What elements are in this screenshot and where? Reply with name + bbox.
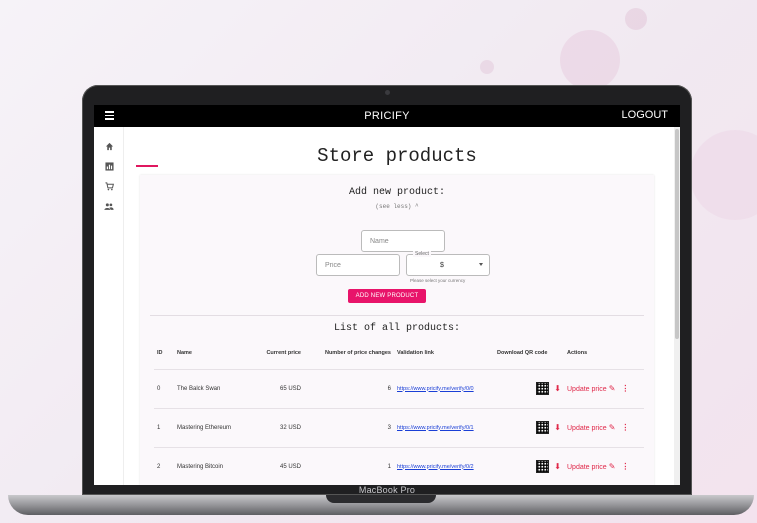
scrollbar[interactable] bbox=[674, 127, 680, 485]
section-divider bbox=[150, 315, 644, 316]
download-icon[interactable]: ⬇ bbox=[554, 384, 561, 393]
product-id: 2 bbox=[154, 447, 174, 485]
app-bar: PRICIFY LOGOUT bbox=[94, 105, 680, 127]
users-icon[interactable] bbox=[104, 201, 114, 211]
currency-helper-text: Please select your currency bbox=[410, 278, 466, 283]
download-icon[interactable]: ⬇ bbox=[554, 462, 561, 471]
price-input[interactable] bbox=[316, 254, 400, 276]
add-product-button[interactable]: ADD NEW PRODUCT bbox=[348, 289, 426, 303]
column-header: Number of price changes bbox=[304, 337, 394, 370]
table-row: 1 Mastering Ethereum 32 USD 3 https://ww… bbox=[154, 408, 644, 448]
table-header-row: ID Name Current price Number of price ch… bbox=[154, 337, 644, 370]
home-icon[interactable] bbox=[104, 141, 114, 151]
background-circle bbox=[560, 30, 620, 90]
column-header: Current price bbox=[249, 337, 304, 370]
column-header: Name bbox=[174, 337, 249, 370]
laptop-base bbox=[8, 495, 754, 515]
add-product-title: Add new product: bbox=[348, 187, 445, 198]
product-price-changes: 3 bbox=[304, 408, 394, 448]
product-price-changes: 6 bbox=[304, 369, 394, 409]
app-title: PRICIFY bbox=[364, 110, 410, 122]
scrollbar-thumb[interactable] bbox=[675, 129, 679, 339]
download-icon[interactable]: ⬇ bbox=[554, 423, 561, 432]
qr-code-icon[interactable] bbox=[536, 421, 550, 434]
product-id: 1 bbox=[154, 408, 174, 448]
validation-link[interactable]: https://www.pricify.me/verify/0/2 bbox=[397, 464, 474, 470]
camera-icon bbox=[385, 90, 390, 95]
product-price: 45 USD bbox=[249, 447, 304, 485]
currency-select[interactable]: Select $ bbox=[406, 251, 490, 276]
product-price: 65 USD bbox=[249, 369, 304, 409]
see-less-toggle[interactable]: (see less) ^ bbox=[140, 203, 654, 210]
table-row: 2 Mastering Bitcoin 45 USD 1 https://www… bbox=[154, 447, 644, 485]
qr-code-icon[interactable] bbox=[536, 382, 550, 395]
laptop-lid: PRICIFY LOGOUT Store products Add new pr… bbox=[82, 85, 692, 495]
logout-button[interactable]: LOGOUT bbox=[622, 109, 668, 121]
product-id: 0 bbox=[154, 369, 174, 409]
pencil-icon[interactable]: ✎ bbox=[609, 384, 616, 393]
update-price-button[interactable]: Update price bbox=[567, 425, 607, 432]
background-circle bbox=[625, 8, 647, 30]
column-header: Download QR code bbox=[494, 337, 564, 370]
sidebar bbox=[94, 127, 124, 485]
currency-select-value: $ bbox=[440, 262, 444, 269]
column-header: Validation link bbox=[394, 337, 494, 370]
name-input[interactable] bbox=[361, 230, 445, 252]
more-options-icon[interactable]: ⋮ bbox=[621, 462, 629, 471]
product-price-changes: 1 bbox=[304, 447, 394, 485]
laptop-notch bbox=[326, 495, 436, 503]
update-price-button[interactable]: Update price bbox=[567, 386, 607, 393]
column-header: Actions bbox=[564, 337, 644, 370]
products-list-title: List of all products: bbox=[333, 323, 461, 334]
product-price: 32 USD bbox=[249, 408, 304, 448]
background-circle bbox=[690, 130, 757, 220]
more-options-icon[interactable]: ⋮ bbox=[621, 384, 629, 393]
currency-select-legend: Select bbox=[413, 251, 431, 257]
products-table: ID Name Current price Number of price ch… bbox=[154, 337, 644, 485]
product-name: Mastering Bitcoin bbox=[174, 447, 249, 485]
chart-icon[interactable] bbox=[104, 161, 114, 171]
page-title: Store products bbox=[317, 145, 477, 167]
product-name: Mastering Ethereum bbox=[174, 408, 249, 448]
product-name: The Balck Swan bbox=[174, 369, 249, 409]
column-header: ID bbox=[154, 337, 174, 370]
chevron-down-icon bbox=[479, 263, 483, 266]
device-label: MacBook Pro bbox=[358, 485, 416, 495]
qr-code-icon[interactable] bbox=[536, 460, 550, 473]
table-row: 0 The Balck Swan 65 USD 6 https://www.pr… bbox=[154, 369, 644, 409]
pencil-icon[interactable]: ✎ bbox=[609, 423, 616, 432]
products-card: Add new product: (see less) ^ Select $ P… bbox=[140, 175, 654, 485]
laptop-screen: PRICIFY LOGOUT Store products Add new pr… bbox=[94, 105, 680, 485]
cart-icon[interactable] bbox=[104, 181, 114, 191]
pencil-icon[interactable]: ✎ bbox=[609, 462, 616, 471]
validation-link[interactable]: https://www.pricify.me/verify/0/1 bbox=[397, 425, 474, 431]
more-options-icon[interactable]: ⋮ bbox=[621, 423, 629, 432]
update-price-button[interactable]: Update price bbox=[567, 464, 607, 471]
background-circle bbox=[480, 60, 494, 74]
validation-link[interactable]: https://www.pricify.me/verify/0/0 bbox=[397, 386, 474, 392]
main-content: Store products Add new product: (see les… bbox=[124, 127, 680, 485]
